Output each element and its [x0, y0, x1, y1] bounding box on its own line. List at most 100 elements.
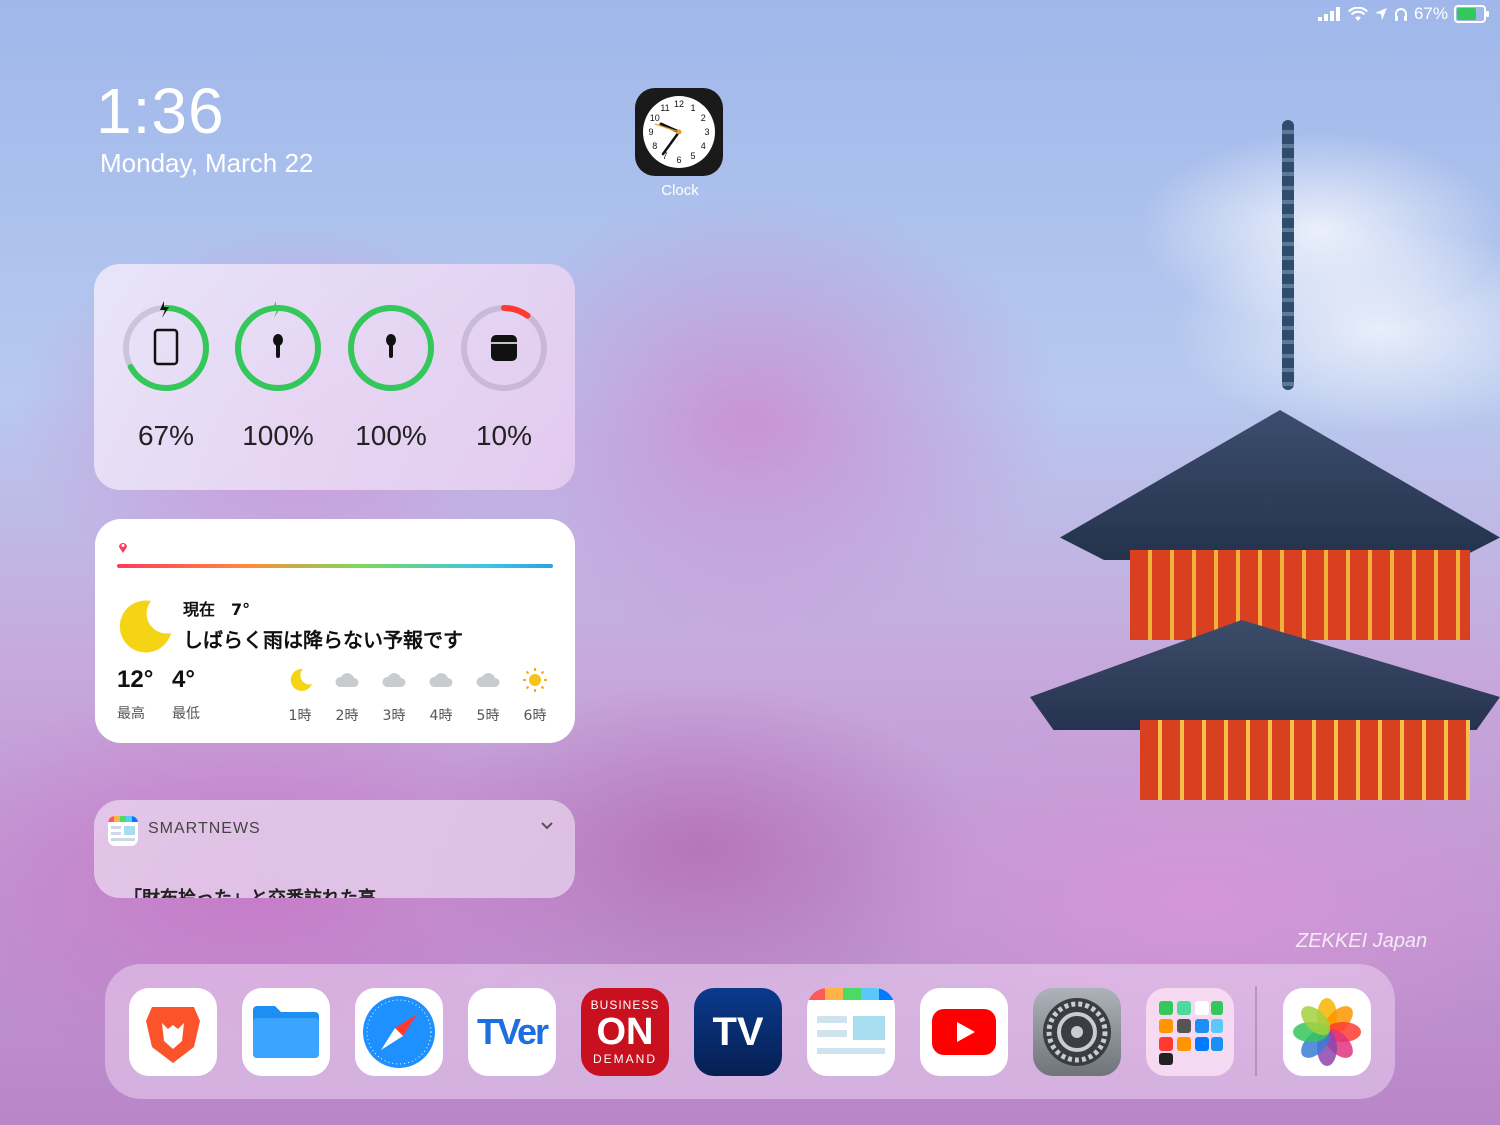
wallpaper-pagoda: [990, 120, 1500, 820]
dock: TVer BUSINESS ON DEMAND TV: [105, 964, 1395, 1099]
hour-forecast: 2時: [327, 667, 367, 725]
folder-grid-icon: [1159, 1001, 1223, 1065]
high-temp: 12°: [117, 666, 154, 693]
lock-date: Monday, March 22: [100, 148, 314, 178]
battery-ring: [235, 301, 321, 391]
battery-percent-airpods-case: 10%: [475, 420, 533, 451]
folder-icon: [253, 1006, 319, 1058]
moon-icon: [119, 600, 171, 653]
status-bar: 67%: [1317, 4, 1489, 24]
smartnews-icon: [108, 816, 138, 846]
low-label: 最低: [172, 706, 200, 722]
clock-app-label: Clock: [661, 182, 699, 199]
clock-hour-number: 3: [704, 127, 709, 137]
forecast-text: しばらく雨は降らない予報です: [183, 628, 463, 652]
news-reader-app[interactable]: [807, 988, 895, 1076]
hour-label: 1時: [288, 708, 312, 724]
high-label: 最高: [117, 706, 145, 722]
battery-percent: 67%: [1413, 4, 1448, 23]
clock-app[interactable]: 11 10 9 8 7 6 5 4 3 2 1 12 Clock: [635, 88, 725, 199]
news-headline[interactable]: 「財布拾った」と交番訪れた高: [124, 884, 376, 898]
hour-forecast: 1時: [280, 667, 320, 725]
tv-logo-text: TV: [712, 1009, 764, 1054]
youtube-app[interactable]: [920, 988, 1008, 1076]
clock-hour-number: 6: [676, 155, 681, 165]
hour-label: 2時: [335, 708, 359, 724]
battery-ring: [348, 305, 434, 391]
cloud-icon: [476, 673, 500, 687]
battery-icon: [1454, 5, 1489, 23]
headphones-icon: [1394, 8, 1407, 21]
hour-label: 5時: [476, 708, 500, 724]
chevron-down-icon[interactable]: [539, 818, 555, 834]
airpod-icon: [386, 334, 396, 358]
wifi-icon: [1347, 6, 1368, 21]
current-temp: 現在 7°: [183, 600, 251, 619]
hour-forecast: 4時: [421, 667, 461, 725]
low-temp: 4°: [172, 666, 195, 693]
cloud-icon: [429, 673, 453, 687]
clock-hour-number: 2: [701, 113, 706, 123]
signal-icon: [1317, 7, 1340, 21]
clock-hour-number: 9: [648, 127, 653, 137]
photos-app[interactable]: [1283, 988, 1371, 1076]
brave-lion-icon: [146, 1007, 200, 1063]
battery-item-airpod-right: 100%: [343, 300, 439, 452]
hour-forecast: 3時: [374, 667, 414, 725]
battery-percent-airpod-left: 100%: [242, 420, 314, 451]
moon-icon: [290, 668, 312, 691]
smartnews-title: SMARTNEWS: [148, 820, 261, 837]
dock-separator: [1255, 986, 1257, 1076]
hour-forecast: 5時: [468, 667, 508, 725]
cloud-icon: [382, 673, 406, 687]
youtube-play-icon: [932, 1009, 996, 1055]
hour-label: 3時: [382, 708, 406, 724]
clock-hour-number: 10: [650, 113, 660, 123]
safari-app[interactable]: [355, 988, 443, 1076]
ipad-icon: [153, 328, 179, 366]
settings-app[interactable]: [1033, 988, 1121, 1076]
battery-item-ipad: 67%: [118, 300, 214, 452]
hour-label: 4時: [429, 708, 453, 724]
files-app[interactable]: [242, 988, 330, 1076]
tv-app[interactable]: TV: [694, 988, 782, 1076]
battery-ring: [123, 301, 209, 391]
sun-icon: [523, 668, 547, 692]
location-arrow-icon: [1374, 8, 1387, 20]
compass-icon: [363, 996, 435, 1068]
battery-percent-airpod-right: 100%: [355, 420, 427, 451]
battery-percent-ipad: 67%: [137, 420, 195, 451]
tver-app[interactable]: TVer: [468, 988, 556, 1076]
precipitation-bar: [117, 564, 553, 568]
weather-widget[interactable]: 現在 7° しばらく雨は降らない予報です 12° 4° 最高 最低 1時 2時 …: [95, 519, 575, 743]
clock-hour-number: 5: [690, 151, 695, 161]
clock-hour-number: 8: [652, 141, 657, 151]
tver-logo-text: TVer: [476, 1011, 549, 1052]
airpod-icon: [273, 334, 283, 358]
clock-hour-number: 12: [674, 99, 684, 109]
clock-icon: 11 10 9 8 7 6 5 4 3 2 1 12: [635, 88, 723, 176]
wallpaper-watermark: ZEKKEI Japan: [1296, 930, 1428, 952]
clock-hour-number: 1: [690, 103, 695, 113]
cloud-icon: [335, 673, 359, 687]
location-pin-icon: [119, 543, 127, 553]
hour-label: 6時: [523, 708, 547, 724]
app-folder[interactable]: [1146, 988, 1234, 1076]
bod-text-top: BUSINESS: [590, 998, 660, 1012]
business-on-demand-app[interactable]: BUSINESS ON DEMAND: [581, 988, 669, 1076]
bod-text-bottom: DEMAND: [592, 1052, 657, 1066]
gear-icon: [1043, 998, 1111, 1066]
smartnews-widget[interactable]: SMARTNEWS 「財布拾った」と交番訪れた高: [94, 800, 575, 898]
batteries-widget[interactable]: 67% 100% 100% 10%: [94, 264, 575, 490]
hour-forecast: 6時: [515, 667, 555, 725]
photos-flower-icon: [1293, 998, 1361, 1066]
lock-time: 1:36: [96, 75, 225, 147]
clock-hour-number: 4: [701, 141, 706, 151]
newspaper-icon: [807, 988, 895, 1054]
battery-item-airpod-left: 100%: [230, 300, 326, 452]
battery-ring: [461, 305, 547, 391]
brave-app[interactable]: [129, 988, 217, 1076]
bod-text-mid: ON: [596, 1011, 654, 1053]
airpods-case-icon: [491, 335, 517, 361]
battery-item-airpods-case: 10%: [456, 300, 552, 452]
